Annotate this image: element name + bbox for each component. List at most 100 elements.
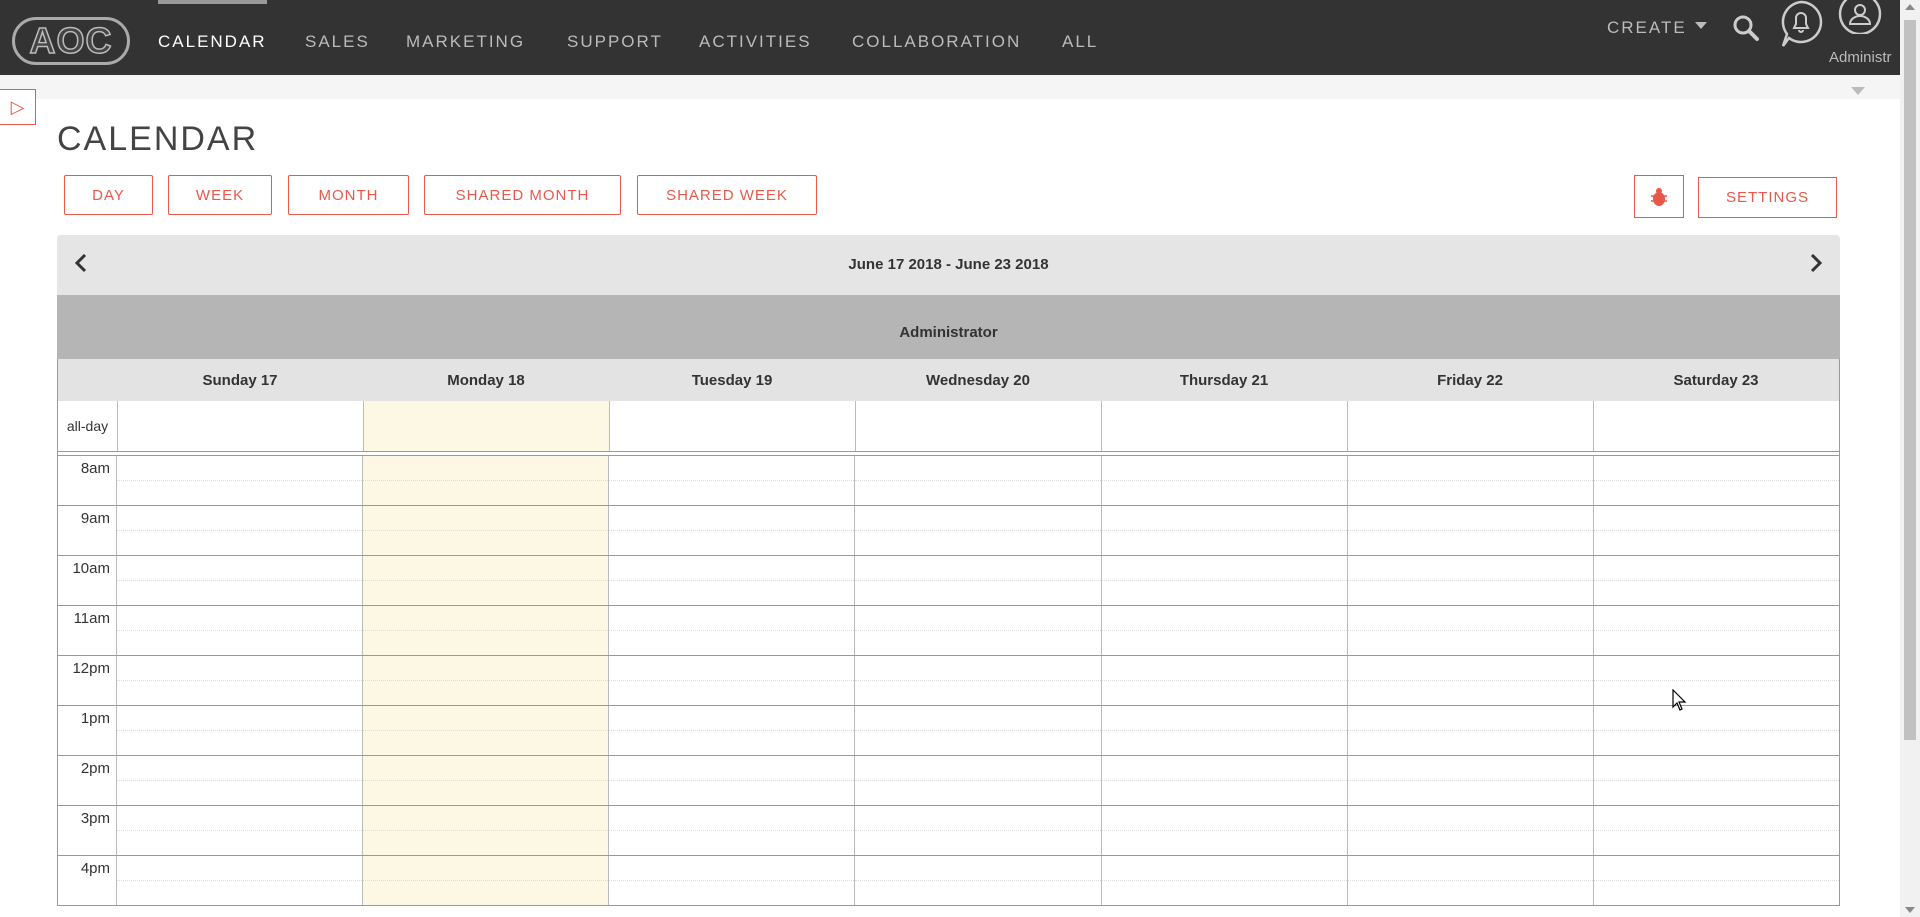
day-header-wednesday[interactable]: Wednesday 20 xyxy=(855,359,1101,401)
allday-cell[interactable] xyxy=(118,401,364,451)
user-avatar-icon[interactable] xyxy=(1838,0,1882,34)
bell-icon[interactable] xyxy=(1779,0,1823,50)
view-week-button[interactable]: WEEK xyxy=(168,175,272,215)
time-slot[interactable] xyxy=(1593,556,1840,605)
day-header-friday[interactable]: Friday 22 xyxy=(1347,359,1593,401)
time-slot[interactable] xyxy=(1101,806,1348,855)
nav-tab-activities[interactable]: ACTIVITIES xyxy=(699,0,812,75)
nav-tab-collaboration[interactable]: COLLABORATION xyxy=(852,0,1021,75)
day-header-sunday[interactable]: Sunday 17 xyxy=(117,359,363,401)
time-slot[interactable] xyxy=(117,856,364,905)
nav-tab-marketing[interactable]: MARKETING xyxy=(406,0,525,75)
day-header-saturday[interactable]: Saturday 23 xyxy=(1593,359,1839,401)
time-slot-today[interactable] xyxy=(363,456,610,505)
time-slot[interactable] xyxy=(1347,706,1594,755)
nav-tab-sales[interactable]: SALES xyxy=(305,0,370,75)
day-header-monday[interactable]: Monday 18 xyxy=(363,359,609,401)
user-name-label[interactable]: Administr xyxy=(1829,49,1892,66)
time-slot[interactable] xyxy=(1347,506,1594,555)
time-slot[interactable] xyxy=(117,456,364,505)
time-slot[interactable] xyxy=(855,806,1102,855)
bug-report-button[interactable] xyxy=(1634,175,1684,218)
time-slot[interactable] xyxy=(1347,606,1594,655)
nav-tab-all[interactable]: ALL xyxy=(1062,0,1098,75)
time-slot[interactable] xyxy=(609,706,856,755)
time-slot[interactable] xyxy=(1593,506,1840,555)
time-slot[interactable] xyxy=(1347,556,1594,605)
time-slot-today[interactable] xyxy=(363,656,610,705)
allday-cell[interactable] xyxy=(1102,401,1348,451)
time-slot-today[interactable] xyxy=(363,706,610,755)
time-slot-today[interactable] xyxy=(363,756,610,805)
time-slot[interactable] xyxy=(609,806,856,855)
view-shared-month-button[interactable]: SHARED MONTH xyxy=(424,175,621,215)
time-slot[interactable] xyxy=(1101,456,1348,505)
day-header-tuesday[interactable]: Tuesday 19 xyxy=(609,359,855,401)
time-slot[interactable] xyxy=(609,606,856,655)
time-slot-today[interactable] xyxy=(363,606,610,655)
time-slot-today[interactable] xyxy=(363,506,610,555)
view-day-button[interactable]: DAY xyxy=(64,175,153,215)
time-slot[interactable] xyxy=(855,706,1102,755)
time-slot[interactable] xyxy=(1347,456,1594,505)
time-slot[interactable] xyxy=(1593,856,1840,905)
time-slot[interactable] xyxy=(117,756,364,805)
app-logo[interactable]: AOC xyxy=(12,17,130,65)
time-slot[interactable] xyxy=(117,606,364,655)
time-slot[interactable] xyxy=(609,556,856,605)
time-slot[interactable] xyxy=(1593,806,1840,855)
time-slot[interactable] xyxy=(1347,856,1594,905)
time-slot[interactable] xyxy=(609,456,856,505)
scroll-up-icon[interactable] xyxy=(1905,4,1915,10)
time-slot[interactable] xyxy=(117,556,364,605)
time-slot[interactable] xyxy=(117,656,364,705)
time-slot[interactable] xyxy=(1347,656,1594,705)
settings-button[interactable]: SETTINGS xyxy=(1698,177,1837,218)
time-slot[interactable] xyxy=(1593,456,1840,505)
view-shared-week-button[interactable]: SHARED WEEK xyxy=(637,175,817,215)
time-slot[interactable] xyxy=(1347,806,1594,855)
time-slot-today[interactable] xyxy=(363,806,610,855)
allday-cell[interactable] xyxy=(610,401,856,451)
time-slot[interactable] xyxy=(117,806,364,855)
time-slot[interactable] xyxy=(1101,506,1348,555)
time-slot[interactable] xyxy=(1101,856,1348,905)
time-slot[interactable] xyxy=(609,656,856,705)
allday-cell[interactable] xyxy=(1594,401,1839,451)
time-slot-today[interactable] xyxy=(363,856,610,905)
nav-tab-calendar[interactable]: CALENDAR xyxy=(158,0,267,75)
nav-tab-support[interactable]: SUPPORT xyxy=(567,0,663,75)
sidebar-toggle-button[interactable]: ▷ xyxy=(0,89,36,125)
time-slot[interactable] xyxy=(855,506,1102,555)
time-slot[interactable] xyxy=(855,656,1102,705)
create-menu[interactable]: CREATE xyxy=(1607,18,1707,38)
scroll-down-icon[interactable] xyxy=(1905,907,1915,913)
time-slot[interactable] xyxy=(1101,756,1348,805)
time-slot[interactable] xyxy=(1101,656,1348,705)
time-slot[interactable] xyxy=(1593,656,1840,705)
time-slot[interactable] xyxy=(609,756,856,805)
time-slot[interactable] xyxy=(1101,706,1348,755)
scrollbar-thumb[interactable] xyxy=(1904,20,1916,740)
time-slot-today[interactable] xyxy=(363,556,610,605)
allday-cell[interactable] xyxy=(1348,401,1594,451)
time-slot[interactable] xyxy=(117,506,364,555)
time-slot[interactable] xyxy=(855,856,1102,905)
allday-cell-today[interactable] xyxy=(364,401,610,451)
time-slot[interactable] xyxy=(609,506,856,555)
user-menu-caret-icon[interactable] xyxy=(1851,87,1865,95)
time-slot[interactable] xyxy=(117,706,364,755)
time-slot[interactable] xyxy=(855,606,1102,655)
time-slot[interactable] xyxy=(1347,756,1594,805)
time-slot[interactable] xyxy=(1593,706,1840,755)
time-slot[interactable] xyxy=(855,756,1102,805)
view-month-button[interactable]: MONTH xyxy=(288,175,409,215)
time-slot[interactable] xyxy=(855,556,1102,605)
time-slot[interactable] xyxy=(1593,756,1840,805)
chevron-right-icon[interactable] xyxy=(1804,251,1828,275)
time-slot[interactable] xyxy=(1101,606,1348,655)
allday-cell[interactable] xyxy=(856,401,1102,451)
time-slot[interactable] xyxy=(609,856,856,905)
search-icon[interactable] xyxy=(1730,12,1762,44)
page-scrollbar[interactable] xyxy=(1900,0,1920,917)
